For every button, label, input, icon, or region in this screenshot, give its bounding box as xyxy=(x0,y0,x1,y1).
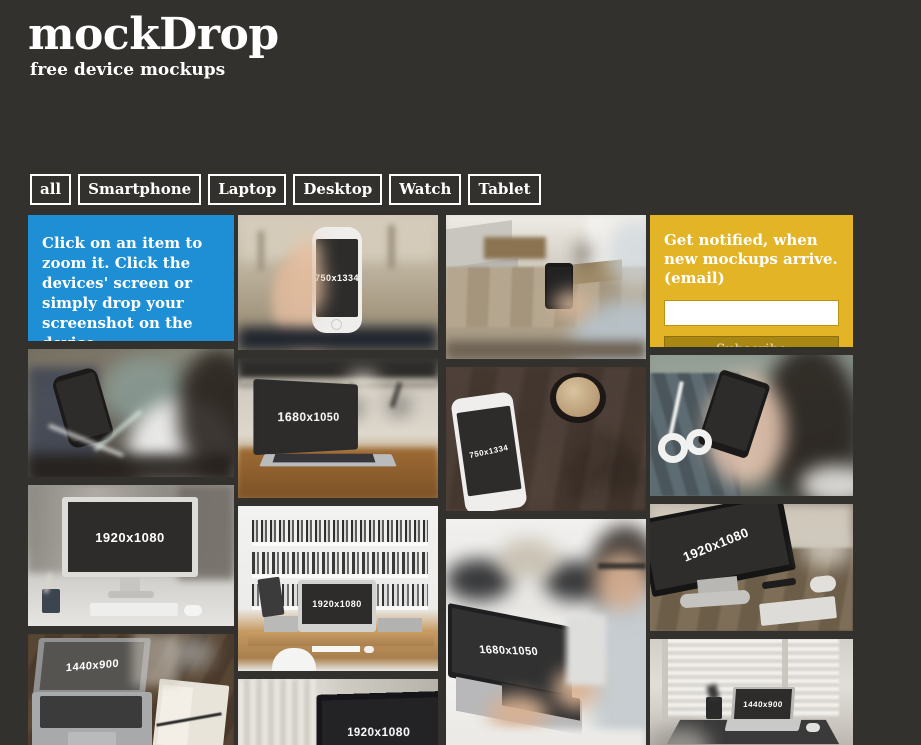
mockup-imac-bookshelf[interactable]: 1920x1080 xyxy=(238,506,438,671)
filter-desktop[interactable]: Desktop xyxy=(293,174,383,205)
grid-column-3: 750x1334 1680x1050 xyxy=(446,215,646,745)
info-tile: Click on an item to zoom it. Click the d… xyxy=(28,215,234,341)
screen-label: 1920x1080 xyxy=(347,724,411,740)
site-tagline: free device mockups xyxy=(30,60,226,80)
screen-label: 1920x1080 xyxy=(680,524,752,564)
screen-label: 1920x1080 xyxy=(312,599,362,609)
grid-column-1: Click on an item to zoom it. Click the d… xyxy=(28,215,234,745)
mockup-imac-wood-desk-angled[interactable]: 1920x1080 xyxy=(650,504,853,631)
mockup-hand-iphone-outdoor[interactable]: 750x1334 xyxy=(238,215,438,350)
screen-label: 1680x1050 xyxy=(478,643,540,659)
filter-watch[interactable]: Watch xyxy=(389,174,462,205)
subscribe-button[interactable]: Subscribe xyxy=(664,336,839,347)
mockup-imac-white-desk[interactable]: 1920x1080 xyxy=(28,485,234,626)
screen-label: 1440x900 xyxy=(742,699,784,709)
screen-label: 1920x1080 xyxy=(95,529,165,545)
mockup-hand-phone-desk[interactable] xyxy=(446,215,646,359)
screen-label: 1680x1050 xyxy=(277,409,340,425)
grid-column-2: 750x1334 1680x1050 1920x1080 1920x1080 xyxy=(238,215,438,745)
subscribe-tile-text: Get notified, when new mockups arrive. (… xyxy=(664,231,838,287)
screen-label: 750x1334 xyxy=(468,442,510,460)
mockup-laptop-window-desk[interactable]: 1440x900 xyxy=(650,639,853,745)
filter-smartphone[interactable]: Smartphone xyxy=(78,174,202,205)
info-tile-text: Click on an item to zoom it. Click the d… xyxy=(42,234,203,341)
mockup-girl-phone-headphones[interactable] xyxy=(28,349,234,477)
site-logo: mockDrop xyxy=(28,9,279,60)
mockup-bench-phone-headphones[interactable] xyxy=(650,355,853,496)
mockup-man-laptop-office[interactable]: 1680x1050 xyxy=(446,519,646,745)
subscribe-tile: Get notified, when new mockups arrive. (… xyxy=(650,215,853,347)
grid-column-4: Get notified, when new mockups arrive. (… xyxy=(650,215,853,745)
email-input[interactable] xyxy=(664,300,839,326)
filter-bar: all Smartphone Laptop Desktop Watch Tabl… xyxy=(30,174,541,205)
screen-label: 1440x900 xyxy=(65,657,119,675)
filter-laptop[interactable]: Laptop xyxy=(208,174,287,205)
mockup-macbook-cafe[interactable]: 1680x1050 xyxy=(238,358,438,498)
mockup-macbook-air-notebook[interactable]: 1440x900 xyxy=(28,634,234,745)
filter-all[interactable]: all xyxy=(30,174,72,205)
filter-tablet[interactable]: Tablet xyxy=(468,174,541,205)
site-header: mockDrop free device mockups xyxy=(0,0,921,81)
mockup-grid: Click on an item to zoom it. Click the d… xyxy=(28,215,894,745)
mockup-tv-curtain[interactable]: 1920x1080 xyxy=(238,679,438,745)
mockup-iphone-coffee-beans[interactable]: 750x1334 xyxy=(446,367,646,511)
page-root: mockDrop free device mockups all Smartph… xyxy=(0,0,921,745)
